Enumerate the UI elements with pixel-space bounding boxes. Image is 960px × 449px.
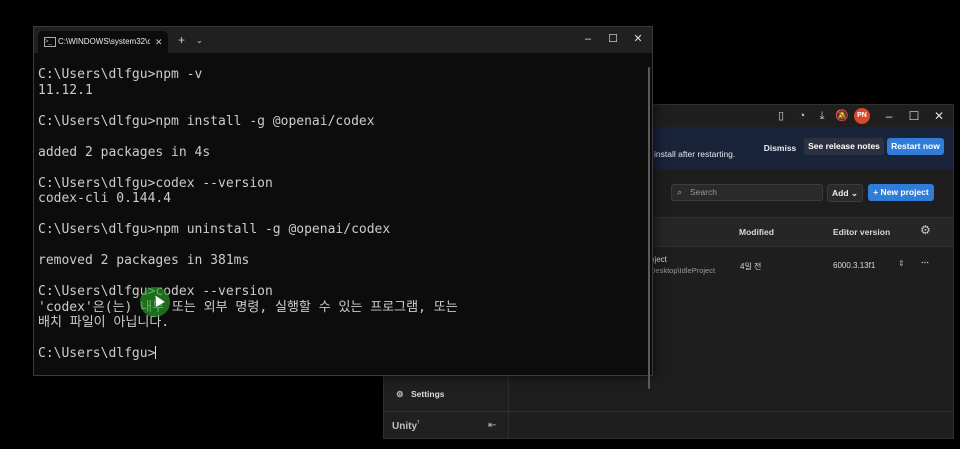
- add-button[interactable]: Add ⌄: [827, 184, 863, 202]
- version-select-chevron-icon[interactable]: ⇕: [898, 259, 905, 268]
- hub-close-button[interactable]: ✕: [929, 107, 949, 125]
- console-line: C:\Users\dlfgu>codex --version: [38, 175, 273, 191]
- restart-now-button[interactable]: Restart now: [887, 138, 944, 155]
- terminal-tab-bar: >_ C:\WINDOWS\system32\cm ✕ + ⌄ – ☐ ✕: [34, 27, 652, 53]
- text-cursor: [155, 346, 157, 359]
- console-line: 배치 파일이 아닙니다.: [38, 315, 170, 330]
- console-line: C:\Users\dlfgu>codex --version: [38, 284, 273, 299]
- close-button[interactable]: ✕: [628, 31, 648, 47]
- console-line: removed 2 packages in 381ms: [38, 253, 250, 268]
- tab-close-icon[interactable]: ✕: [155, 31, 163, 53]
- terminal-window: >_ C:\WINDOWS\system32\cm ✕ + ⌄ – ☐ ✕ C:…: [33, 26, 653, 389]
- avatar[interactable]: PN: [854, 108, 870, 124]
- console-line: codex-cli 0.144.4: [38, 191, 172, 206]
- moon-icon[interactable]: ◔: [794, 108, 810, 124]
- console-line: C:\Users\dlfgu>npm -v: [38, 67, 203, 82]
- search-input[interactable]: ⌕ Search: [671, 184, 823, 201]
- search-placeholder: Search: [690, 187, 717, 197]
- table-settings-gear-icon[interactable]: ⚙: [920, 223, 931, 237]
- project-modified: 4일 전: [740, 262, 762, 271]
- column-editor-version[interactable]: Editor version: [833, 218, 890, 246]
- console-line: 11.12.1: [38, 82, 93, 98]
- maximize-button[interactable]: ☐: [603, 31, 623, 47]
- new-tab-button[interactable]: +: [178, 31, 185, 49]
- console-line: added 2 packages in 4s: [38, 144, 211, 160]
- download-icon[interactable]: ⤓: [814, 108, 830, 124]
- unity-logo: Unityᵀ: [392, 421, 420, 432]
- new-project-button[interactable]: + New project: [868, 184, 934, 201]
- tab-cmd[interactable]: >_ C:\WINDOWS\system32\cm ✕: [38, 31, 168, 53]
- book-icon[interactable]: ▯: [773, 108, 789, 124]
- scrollbar[interactable]: [648, 67, 650, 389]
- console-line: C:\Users\dlfgu>: [38, 346, 157, 361]
- hub-minimize-button[interactable]: –: [879, 107, 899, 125]
- banner-message: install after restarting.: [654, 149, 736, 159]
- minimize-button[interactable]: –: [578, 31, 598, 47]
- column-modified[interactable]: Modified: [739, 218, 774, 246]
- tab-title: C:\WINDOWS\system32\cm: [58, 37, 150, 46]
- bell-off-icon[interactable]: 🔕: [834, 108, 850, 124]
- sidebar-item-label: Settings: [411, 389, 445, 399]
- sidebar-item-settings[interactable]: ⚙ Settings: [396, 389, 445, 400]
- tab-dropdown-chevron-icon[interactable]: ⌄: [196, 32, 203, 50]
- search-icon: ⌕: [677, 187, 683, 197]
- collapse-sidebar-icon[interactable]: ⇤: [488, 420, 496, 431]
- more-options-icon[interactable]: ⋯: [921, 258, 929, 267]
- hub-maximize-button[interactable]: ☐: [904, 107, 924, 125]
- sidebar-divider: [384, 411, 953, 412]
- chevron-down-icon: ⌄: [850, 188, 859, 198]
- console-line: C:\Users\dlfgu>npm uninstall -g @openai/…: [38, 222, 391, 237]
- project-path: Desktop\IdleProject: [650, 266, 716, 275]
- gear-icon: ⚙: [396, 389, 404, 399]
- terminal-icon: >_: [44, 37, 56, 47]
- dismiss-button[interactable]: Dismiss: [760, 141, 800, 155]
- project-editor-version: 6000.3.13f1: [833, 261, 876, 270]
- console-output[interactable]: C:\Users\dlfgu>npm -v 11.12.1 C:\Users\dlf…: [38, 67, 642, 371]
- release-notes-button[interactable]: See release notes: [804, 138, 884, 155]
- console-line: 'codex'은(는) 내부 또는 외부 명령, 실행할 수 있는 프로그램, …: [38, 299, 458, 315]
- console-line: C:\Users\dlfgu>npm install -g @openai/co…: [38, 113, 375, 129]
